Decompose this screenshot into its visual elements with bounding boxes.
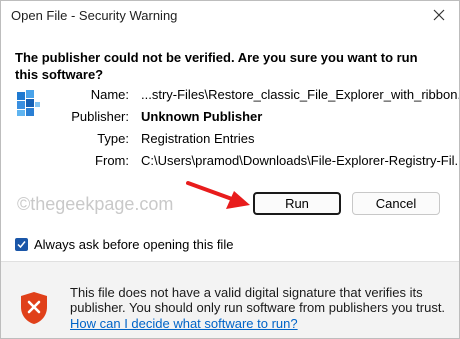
warning-question: The publisher could not be verified. Are…	[15, 50, 418, 82]
publisher-label: Publisher:	[71, 109, 129, 124]
type-value: Registration Entries	[141, 131, 255, 146]
publisher-row: Publisher: Unknown Publisher	[1, 109, 459, 125]
always-ask-checkbox-row[interactable]: Always ask before opening this file	[15, 237, 233, 252]
close-button[interactable]	[419, 1, 459, 29]
checkmark-icon	[17, 241, 26, 249]
from-label: From:	[95, 153, 129, 168]
title-bar: Open File - Security Warning	[1, 1, 459, 31]
watermark: ©thegeekpage.com	[17, 194, 174, 214]
publisher-value: Unknown Publisher	[141, 109, 263, 124]
close-icon	[433, 9, 445, 21]
warning-text: This file does not have a valid digital …	[70, 285, 446, 315]
red-arrow-annotation	[186, 181, 250, 209]
from-value: C:\Users\pramod\Downloads\File-Explorer-…	[141, 153, 460, 168]
run-button[interactable]: Run	[253, 192, 341, 215]
name-value: ...stry-Files\Restore_classic_File_Explo…	[141, 87, 460, 102]
type-row: Type: Registration Entries	[1, 131, 459, 147]
type-label: Type:	[97, 131, 129, 146]
name-row: Name: ...stry-Files\Restore_classic_File…	[1, 87, 459, 103]
warning-shield-icon	[21, 292, 47, 324]
always-ask-checkbox[interactable]	[15, 238, 28, 251]
security-warning-dialog: Open File - Security Warning The publish…	[0, 0, 460, 339]
always-ask-label: Always ask before opening this file	[34, 237, 234, 252]
name-label: Name:	[90, 87, 129, 102]
window-title: Open File - Security Warning	[11, 8, 178, 23]
cancel-button[interactable]: Cancel	[352, 192, 440, 215]
from-row: From: C:\Users\pramod\Downloads\File-Exp…	[1, 153, 459, 169]
help-link[interactable]: How can I decide what software to run?	[70, 316, 298, 331]
